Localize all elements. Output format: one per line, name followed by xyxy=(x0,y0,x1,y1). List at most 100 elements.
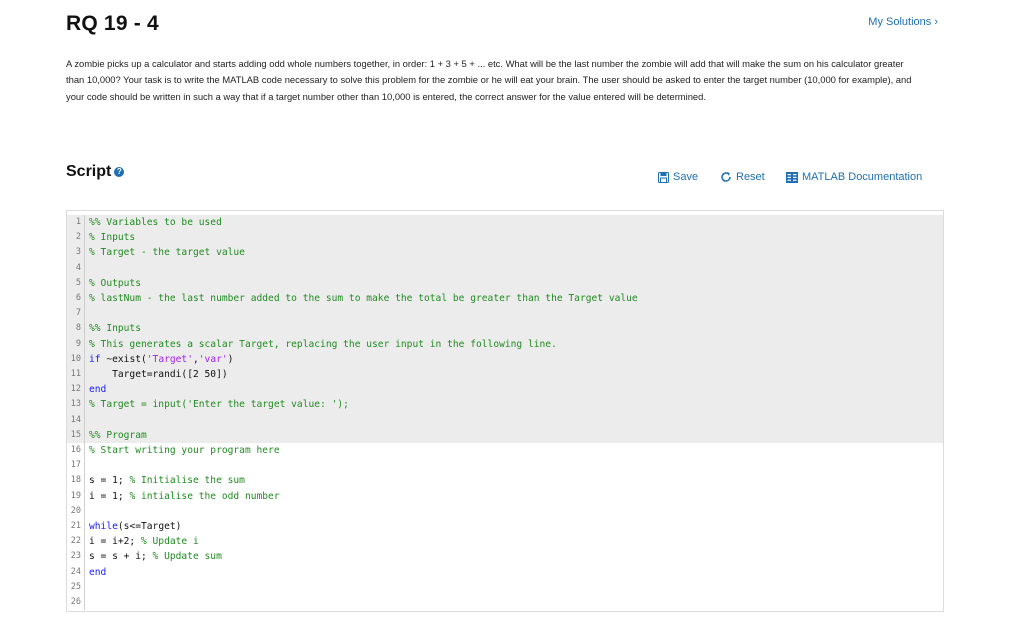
code-comment: % Update i xyxy=(140,536,199,548)
line-number: 24 xyxy=(67,564,85,580)
code-line[interactable]: 22 i = i+2; % Update i xyxy=(67,534,943,550)
code-text: s = 1; % Initialise the sum xyxy=(85,473,245,488)
page-title: RQ 19 - 4 xyxy=(66,12,159,35)
line-number: 1 xyxy=(67,215,85,231)
line-number: 12 xyxy=(67,382,85,398)
code-line[interactable]: 16 % Start writing your program here xyxy=(67,443,943,459)
line-number: 6 xyxy=(67,291,85,307)
line-number: 23 xyxy=(67,549,85,565)
code-line[interactable]: 21 while(s<=Target) xyxy=(67,519,943,535)
code-text: % Start writing your program here xyxy=(85,443,280,458)
code-line[interactable]: 14 xyxy=(67,412,943,428)
line-number: 19 xyxy=(67,488,85,504)
line-number: 11 xyxy=(67,367,85,383)
line-number: 10 xyxy=(67,351,85,367)
code-line[interactable]: 15 %% Program xyxy=(67,427,943,443)
code-text: Target=randi([2 50]) xyxy=(85,367,228,382)
code-line[interactable]: 2 % Inputs xyxy=(67,230,943,246)
code-line[interactable]: 6 % lastNum - the last number added to th… xyxy=(67,291,943,307)
code-line[interactable]: 17 xyxy=(67,458,943,474)
problem-description: A zombie picks up a calculator and start… xyxy=(66,58,912,102)
code-line[interactable]: 10 if ~exist('Target','var') xyxy=(67,351,943,367)
code-comment: %% Program xyxy=(89,429,147,441)
code-comment: % Update sum xyxy=(152,551,222,563)
code-text: s = s + i; % Update sum xyxy=(85,549,222,564)
line-number: 18 xyxy=(67,473,85,489)
code-token: ~exist( xyxy=(100,353,147,365)
code-token: i = 1; xyxy=(89,490,130,502)
code-text: %% Variables to be used xyxy=(85,215,222,230)
code-text: % Inputs xyxy=(85,230,135,245)
my-solutions-link[interactable]: My Solutions › xyxy=(868,16,938,28)
code-text: % Outputs xyxy=(85,276,141,291)
line-number: 7 xyxy=(67,306,85,322)
code-token: (s<=Target) xyxy=(117,521,182,532)
code-token: Target=randi([2 50]) xyxy=(89,369,228,380)
code-line[interactable]: 19 i = 1; % intialise the odd number xyxy=(67,488,943,504)
code-line[interactable]: 25 xyxy=(67,579,943,595)
toolbar: Save xyxy=(658,169,698,185)
code-token: i = i+2; xyxy=(89,536,141,548)
code-comment: % Start writing your program here xyxy=(89,445,280,456)
code-line[interactable]: 9 % This generates a scalar Target, repla… xyxy=(67,336,943,352)
toolbar-docs: MATLAB Documentation xyxy=(786,169,922,185)
line-number: 13 xyxy=(67,397,85,413)
reset-button[interactable]: Reset xyxy=(720,171,765,183)
line-number: 14 xyxy=(67,412,85,428)
code-keyword: while xyxy=(89,521,118,532)
save-button[interactable]: Save xyxy=(658,171,698,183)
script-label: Script xyxy=(66,163,112,180)
code-line[interactable]: 4 xyxy=(67,260,943,276)
help-icon[interactable]: ? xyxy=(114,167,125,177)
code-line[interactable]: 7 xyxy=(67,306,943,322)
line-number: 4 xyxy=(67,260,85,276)
code-editor[interactable]: 1 %% Variables to be used 2 % Inputs 3 % Targ… xyxy=(66,210,944,612)
code-comment: % Initialise the sum xyxy=(129,475,245,487)
line-number: 2 xyxy=(67,230,85,246)
matlab-documentation-button[interactable]: MATLAB Documentation xyxy=(786,171,922,183)
code-text: % This generates a scalar Target, replac… xyxy=(85,337,557,352)
documentation-label: MATLAB Documentation xyxy=(802,171,923,183)
code-line[interactable]: 1 %% Variables to be used xyxy=(67,215,943,231)
save-label: Save xyxy=(673,171,699,183)
code-text: %% Program xyxy=(85,428,147,443)
code-line[interactable]: 5 % Outputs xyxy=(67,275,943,291)
line-number: 25 xyxy=(67,579,85,595)
code-line[interactable]: 8 %% Inputs xyxy=(67,321,943,337)
code-text: while(s<=Target) xyxy=(85,519,181,534)
documentation-icon xyxy=(786,171,798,183)
code-line[interactable]: 3 % Target - the target value xyxy=(67,245,943,261)
code-comment: % Target - the target value xyxy=(89,247,245,259)
line-number: 9 xyxy=(67,336,85,352)
line-number: 15 xyxy=(67,427,85,443)
line-number: 5 xyxy=(67,275,85,291)
code-line[interactable]: 13 % Target = input('Enter the target val… xyxy=(67,397,943,413)
script-heading: Script? xyxy=(66,163,125,181)
code-line[interactable]: 11 Target=randi([2 50]) xyxy=(67,367,943,383)
code-text: end xyxy=(85,565,106,580)
code-token: s = 1; xyxy=(89,475,130,487)
code-comment: %% Variables to be used xyxy=(89,217,222,228)
code-string: 'var' xyxy=(198,353,228,365)
code-keyword: end xyxy=(89,566,107,578)
code-line[interactable]: 20 xyxy=(67,503,943,519)
code-line[interactable]: 12 end xyxy=(67,382,943,398)
code-text: % lastNum - the last number added to the… xyxy=(85,291,638,306)
code-keyword: if xyxy=(89,353,101,365)
code-line[interactable]: 23 s = s + i; % Update sum xyxy=(67,549,943,565)
code-keyword: end xyxy=(89,384,107,396)
code-line[interactable]: 24 end xyxy=(67,564,943,580)
code-token: ) xyxy=(227,353,234,365)
code-comment: %% Inputs xyxy=(89,323,141,335)
line-number: 21 xyxy=(67,519,85,535)
line-number: 22 xyxy=(67,534,85,550)
code-line[interactable]: 18 s = 1; % Initialise the sum xyxy=(67,473,943,489)
code-line[interactable]: 26 xyxy=(67,595,943,611)
code-text: % Target = input('Enter the target value… xyxy=(85,397,349,412)
line-number: 20 xyxy=(67,503,85,519)
